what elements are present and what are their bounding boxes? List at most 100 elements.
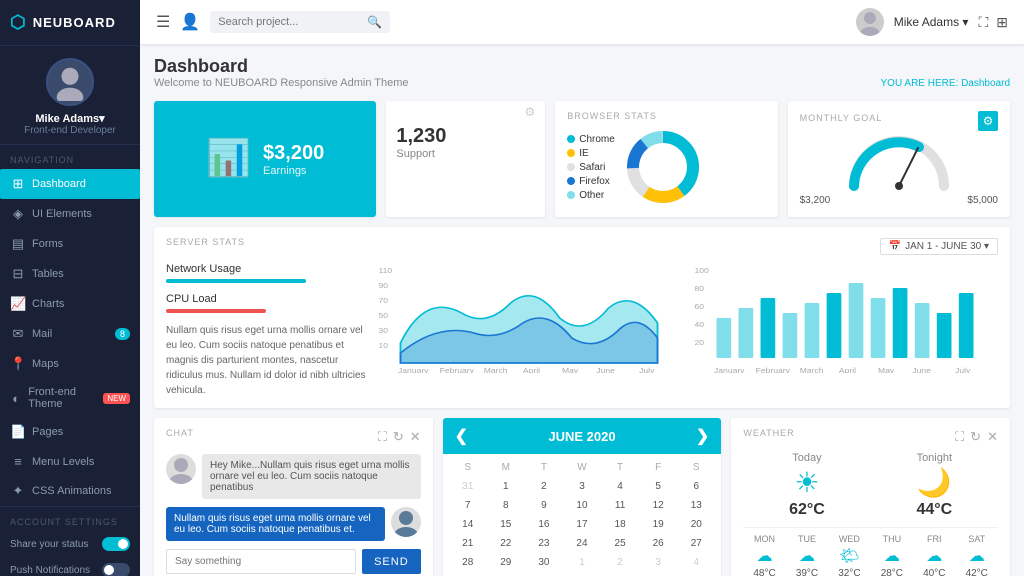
sidebar-item-ui-elements[interactable]: ◈ UI Elements [0, 199, 140, 229]
weather-expand-icon[interactable]: ⛶ [955, 429, 964, 445]
legend-safari: Safari [567, 162, 615, 173]
sidebar-item-forms[interactable]: ▤ Forms [0, 229, 140, 259]
cal-cell[interactable]: 22 [487, 534, 525, 553]
mail-icon: ✉ [10, 326, 26, 342]
cal-cell[interactable]: 1 [487, 477, 525, 496]
server-date-range[interactable]: 📅 JAN 1 - JUNE 30 ▾ [880, 238, 998, 255]
svg-text:January: January [714, 367, 745, 373]
svg-text:80: 80 [694, 285, 704, 293]
svg-text:20: 20 [694, 339, 704, 347]
sidebar-item-menu-levels[interactable]: ≡ Menu Levels [0, 447, 140, 476]
chat-input[interactable] [166, 549, 356, 574]
sidebar-item-frontend-theme[interactable]: ◐ Front-end Theme NEW [0, 379, 140, 417]
network-usage-bar [166, 279, 306, 283]
svg-text:March: March [800, 367, 824, 373]
weather-day-tue: TUE ☁ 39°C [796, 534, 818, 576]
cal-cell[interactable]: 2 [601, 553, 639, 572]
chat-input-row: SEND [166, 549, 421, 574]
forms-icon: ▤ [10, 236, 26, 252]
cal-cell[interactable]: 24 [563, 534, 601, 553]
cal-cell[interactable]: 21 [449, 534, 487, 553]
cal-cell[interactable]: 29 [487, 553, 525, 572]
header: ☰ 👤 🔍 Mike Adams ▾ ⛶ ⊞ [140, 0, 1024, 44]
cal-prev-button[interactable]: ❮ [455, 426, 468, 446]
search-input[interactable] [218, 16, 363, 28]
cal-cell[interactable]: 7 [449, 496, 487, 515]
weather-close-icon[interactable]: ✕ [987, 429, 998, 445]
header-user-name[interactable]: Mike Adams ▾ [894, 15, 969, 29]
cal-cell[interactable]: 30 [525, 553, 563, 572]
cal-cell[interactable]: 3 [639, 553, 677, 572]
grid-icon[interactable]: ⊞ [996, 14, 1008, 31]
cal-cell[interactable]: 19 [639, 515, 677, 534]
cal-week-5: 28 29 30 1 2 3 4 [449, 553, 716, 572]
cal-cell[interactable]: 27 [677, 534, 715, 553]
cal-next-button[interactable]: ❯ [696, 426, 709, 446]
cal-cell[interactable]: 13 [677, 496, 715, 515]
cal-cell[interactable]: 23 [525, 534, 563, 553]
dashboard-icon: ⊞ [10, 176, 26, 192]
cal-cell[interactable]: 9 [525, 496, 563, 515]
sidebar-item-dashboard[interactable]: ⊞ Dashboard [0, 169, 140, 199]
cal-cell[interactable]: 17 [563, 515, 601, 534]
cal-cell[interactable]: 18 [601, 515, 639, 534]
cal-cell[interactable]: 14 [449, 515, 487, 534]
cal-cell[interactable]: 25 [601, 534, 639, 553]
chat-expand-icon[interactable]: ⛶ [378, 429, 387, 445]
tonight-icon: 🌙 [917, 466, 952, 499]
sidebar-item-maps[interactable]: 📍 Maps [0, 349, 140, 379]
header-user-icon[interactable]: 👤 [180, 12, 200, 32]
cal-cell[interactable]: 5 [639, 477, 677, 496]
svg-text:60: 60 [694, 303, 704, 311]
svg-text:March: March [484, 367, 508, 373]
cal-cell[interactable]: 15 [487, 515, 525, 534]
sidebar-item-mail[interactable]: ✉ Mail 8 [0, 319, 140, 349]
share-status-label: Share your status [10, 539, 88, 550]
cal-cell[interactable]: 26 [639, 534, 677, 553]
browser-legend: Chrome IE Safari Firefox Other [567, 134, 615, 201]
sidebar-item-charts[interactable]: 📈 Charts [0, 289, 140, 319]
chat-refresh-icon[interactable]: ↻ [393, 429, 404, 445]
cal-cell[interactable]: 3 [563, 477, 601, 496]
cal-cell[interactable]: 10 [563, 496, 601, 515]
svg-text:90: 90 [378, 282, 388, 290]
donut-chart [623, 127, 703, 207]
earnings-card: 📊 $3,200 Earnings [154, 101, 376, 217]
new-badge: NEW [103, 393, 130, 404]
support-card: ⚙ 1,230 Support [386, 101, 545, 217]
cal-cell[interactable]: 4 [677, 553, 715, 572]
cal-cell[interactable]: 11 [601, 496, 639, 515]
chat-send-button[interactable]: SEND [362, 549, 421, 574]
menu-toggle-icon[interactable]: ☰ [156, 12, 170, 32]
push-notifications-toggle[interactable] [102, 563, 130, 576]
cal-cell[interactable]: 4 [601, 477, 639, 496]
weather-refresh-icon[interactable]: ↻ [970, 429, 981, 445]
svg-text:110: 110 [378, 267, 392, 275]
share-status-toggle[interactable] [102, 537, 130, 551]
svg-text:June: June [596, 367, 615, 373]
cal-cell[interactable]: 31 [449, 477, 487, 496]
sidebar-item-label: Tables [32, 268, 64, 280]
svg-text:70: 70 [378, 297, 388, 305]
weather-header: WEATHER ⛶ ↻ ✕ [743, 428, 998, 446]
cal-cell-today[interactable]: 8 [487, 496, 525, 515]
cal-cell[interactable]: 2 [525, 477, 563, 496]
calendar-days-header: SMTWTFS [449, 458, 716, 477]
svg-text:May: May [878, 367, 894, 373]
cal-cell[interactable]: 16 [525, 515, 563, 534]
cal-cell[interactable]: 12 [639, 496, 677, 515]
ui-elements-icon: ◈ [10, 206, 26, 222]
cal-cell[interactable]: 6 [677, 477, 715, 496]
goal-settings-icon[interactable]: ⚙ [978, 111, 998, 131]
sidebar-item-tables[interactable]: ⊟ Tables [0, 259, 140, 289]
chat-close-icon[interactable]: ✕ [410, 429, 421, 445]
expand-icon[interactable]: ⛶ [978, 14, 988, 31]
cal-cell[interactable]: 1 [563, 553, 601, 572]
date-range-text: JAN 1 - JUNE 30 ▾ [905, 241, 989, 252]
cal-cell[interactable]: 28 [449, 553, 487, 572]
sidebar-item-css-animations[interactable]: ✦ CSS Animations [0, 476, 140, 506]
cal-cell[interactable]: 20 [677, 515, 715, 534]
tonight-label: Tonight [917, 452, 952, 464]
sidebar-item-pages[interactable]: 📄 Pages [0, 417, 140, 447]
sidebar-item-label: Mail [32, 328, 52, 340]
